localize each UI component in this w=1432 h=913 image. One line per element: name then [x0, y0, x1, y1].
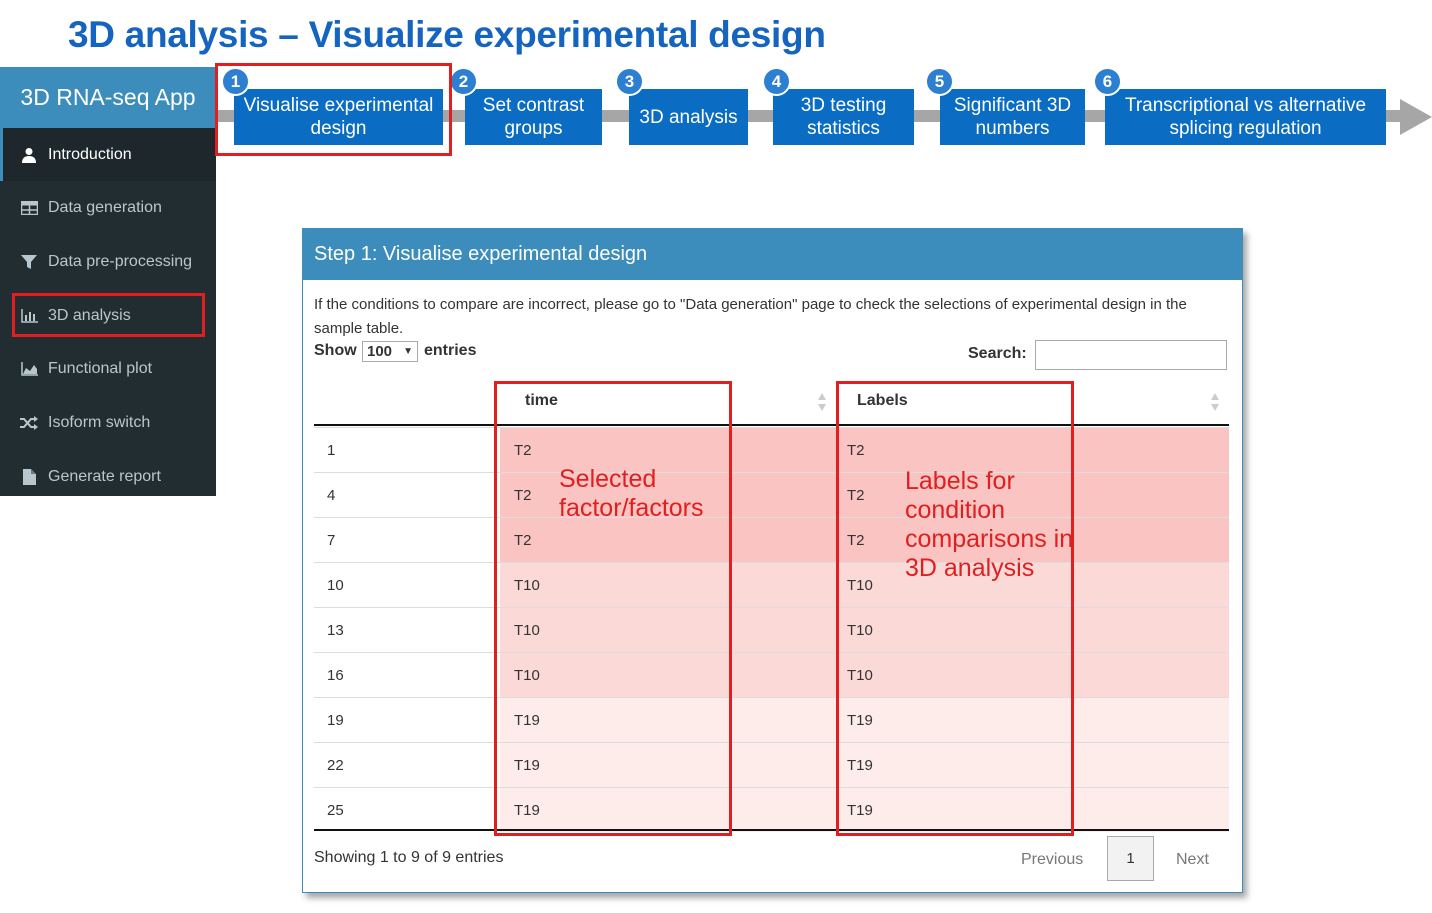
- cell-id: 13: [327, 622, 344, 639]
- highlight-labels-column: [836, 381, 1074, 836]
- step-4-testing-statistics[interactable]: 3D testing statistics: [773, 89, 914, 145]
- table-header: [314, 378, 1229, 426]
- step-label: Transcriptional vs alternative splicing …: [1124, 95, 1367, 139]
- step-number-badge: 4: [762, 67, 791, 96]
- table-info: Showing 1 to 9 of 9 entries: [314, 849, 504, 866]
- table-icon: [20, 199, 38, 217]
- step-6-ts-vs-as[interactable]: Transcriptional vs alternative splicing …: [1105, 89, 1386, 145]
- sidebar-item-functional-plot[interactable]: Functional plot: [0, 342, 216, 395]
- area-chart-icon: [20, 360, 38, 378]
- page-1-button[interactable]: 1: [1107, 836, 1154, 881]
- table-row: 10 T10 T10: [314, 562, 1229, 607]
- table-row: 1 T2 T2: [314, 427, 1229, 472]
- entries-label: entries: [424, 342, 477, 359]
- panel-title: Step 1: Visualise experimental design: [302, 228, 1243, 280]
- search-input[interactable]: [1035, 340, 1227, 370]
- cell-id: 4: [327, 487, 336, 504]
- step-label: Significant 3D numbers: [953, 95, 1072, 139]
- show-label: Show: [314, 342, 357, 359]
- filter-icon: [20, 253, 38, 271]
- table-row: 22 T19 T19: [314, 742, 1229, 787]
- table-row: 19 T19 T19: [314, 697, 1229, 742]
- app-title: 3D RNA-seq App: [0, 67, 216, 128]
- sidebar-item-label: Introduction: [48, 145, 132, 163]
- table-row: 13 T10 T10: [314, 607, 1229, 652]
- annotation-selected-factors: Selected factor/factors: [559, 465, 704, 522]
- table-row: 4 T2 T2: [314, 472, 1229, 517]
- sidebar-item-isoform-switch[interactable]: Isoform switch: [0, 396, 216, 449]
- cell-id: 22: [327, 757, 344, 774]
- step-label: Set contrast groups: [482, 95, 585, 139]
- step-3-3d-analysis[interactable]: 3D analysis: [629, 89, 748, 145]
- search-label: Search:: [968, 345, 1027, 362]
- step-number-badge: 6: [1093, 67, 1122, 96]
- highlight-time-column: [494, 381, 732, 836]
- sidebar-item-introduction[interactable]: Introduction: [0, 128, 216, 181]
- highlight-3d-analysis: [12, 293, 205, 337]
- user-icon: [20, 146, 38, 164]
- table-row: 7 T2 T2: [314, 517, 1229, 562]
- step-number-badge: 3: [615, 67, 644, 96]
- random-icon: [20, 414, 38, 432]
- entries-select-value: 100: [367, 343, 393, 360]
- entries-select[interactable]: 100 ▼: [362, 341, 418, 362]
- slide-title: 3D analysis – Visualize experimental des…: [68, 14, 826, 55]
- table-row: 25 T19 T19: [314, 787, 1229, 832]
- cell-id: 10: [327, 577, 344, 594]
- flow-arrow-icon: [1400, 99, 1432, 135]
- sidebar-item-label: Data pre-processing: [48, 252, 193, 270]
- step-number-badge: 5: [925, 67, 954, 96]
- step-label: 3D testing statistics: [800, 95, 887, 139]
- panel-note: If the conditions to compare are incorre…: [314, 296, 1187, 337]
- dropdown-arrow-icon: ▼: [403, 346, 413, 357]
- table-bottom-border: [314, 829, 1229, 831]
- step-label: 3D analysis: [639, 106, 738, 128]
- cell-id: 1: [327, 442, 336, 459]
- table-row: 16 T10 T10: [314, 652, 1229, 697]
- step-number-badge: 2: [449, 67, 478, 96]
- cell-id: 25: [327, 802, 344, 819]
- sidebar-item-label: Data generation: [48, 198, 162, 216]
- annotation-labels-note: Labels for condition comparisons in 3D a…: [905, 467, 1074, 582]
- step-5-significant-numbers[interactable]: Significant 3D numbers: [940, 89, 1085, 145]
- file-icon: [20, 468, 38, 486]
- sort-icon[interactable]: [1210, 392, 1220, 412]
- sidebar-item-label: Isoform switch: [48, 413, 151, 431]
- sidebar-item-label: Functional plot: [48, 359, 153, 377]
- sidebar-item-data-generation[interactable]: Data generation: [0, 181, 216, 234]
- next-button[interactable]: Next: [1176, 851, 1209, 869]
- cell-id: 7: [327, 532, 336, 549]
- highlight-step-1: [215, 63, 452, 156]
- cell-id: 16: [327, 667, 344, 684]
- sort-icon[interactable]: [817, 392, 827, 412]
- sidebar-item-label: Generate report: [48, 467, 161, 485]
- sidebar-item-data-pre-processing[interactable]: Data pre-processing: [0, 235, 216, 288]
- step-2-contrast-groups[interactable]: Set contrast groups: [465, 89, 602, 145]
- cell-id: 19: [327, 712, 344, 729]
- previous-button[interactable]: Previous: [1021, 851, 1083, 869]
- sidebar-item-generate-report[interactable]: Generate report: [0, 450, 216, 503]
